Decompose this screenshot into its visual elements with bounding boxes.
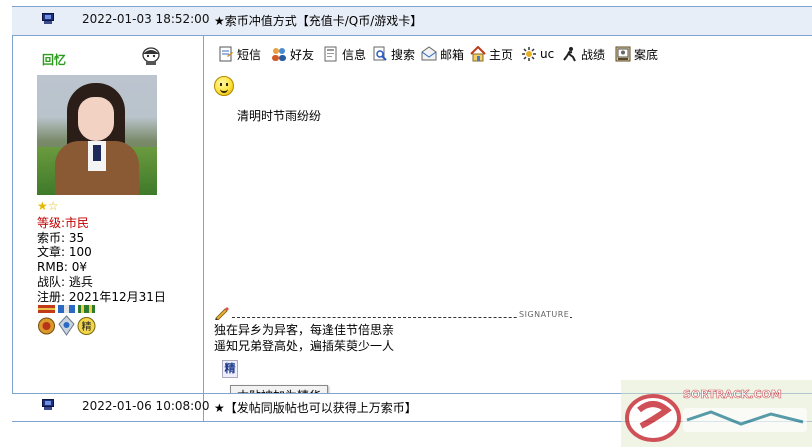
toolbar-item-record[interactable]: 战绩: [562, 44, 605, 64]
note-icon: [219, 46, 233, 62]
user-stat-team: 战队: 逃兵: [37, 274, 93, 289]
site-watermark-logo: SORTRACK.COM: [621, 380, 812, 447]
pencil-icon: [215, 307, 229, 320]
avatar[interactable]: [37, 75, 157, 195]
home-icon: [470, 46, 486, 62]
star-empty-icon: ☆: [47, 199, 59, 213]
medal-icon: [38, 305, 55, 335]
toolbar-item-uc[interactable]: uc: [521, 44, 554, 64]
user-stats: 等级:市民 索币: 35 文章: 100 RMB: 0¥ 战队: 逃兵 注册: …: [37, 216, 166, 304]
username[interactable]: 回忆: [42, 51, 66, 68]
user-stat-rmb: RMB: 0¥: [37, 260, 88, 275]
user-stat-posts: 文章: 100: [37, 245, 92, 260]
signature-line: 独在异乡为异客，每逢佳节倍思亲: [214, 323, 395, 337]
toolbar-item-file[interactable]: 案底: [615, 44, 658, 64]
uc-icon: [522, 47, 536, 61]
toolbar-item-info[interactable]: 信息: [323, 44, 366, 64]
medal-icon: [58, 305, 75, 336]
frame-col-sep: [203, 6, 204, 421]
signature-text: 独在异乡为异客，每逢佳节倍思亲 遥知兄弟登高处，遍插茱萸少一人: [214, 322, 394, 354]
user-stat-registered: 注册: 2021年12月31日: [37, 289, 166, 304]
toolbar-item-search[interactable]: 搜索: [372, 44, 415, 64]
search-icon: [373, 46, 387, 61]
medal-row: 精: [37, 305, 101, 339]
post-title[interactable]: ★索币冲值方式【充值卡/Q币/游戏卡】: [214, 12, 422, 29]
file-icon: [615, 46, 631, 62]
friends-icon: [272, 48, 286, 61]
smiley-face-icon: [214, 76, 234, 96]
computer-icon: [42, 13, 54, 24]
svg-text:SORTRACK.COM: SORTRACK.COM: [683, 388, 782, 401]
mail-icon: [421, 46, 437, 61]
user-stat-coins: 索币: 35: [37, 230, 85, 245]
svg-text:精: 精: [82, 320, 92, 333]
toolbar-item-message[interactable]: 短信: [218, 44, 261, 64]
toolbar-item-home[interactable]: 主页: [470, 44, 513, 64]
frame-left: [12, 6, 13, 421]
star-filled-icon: ★: [37, 199, 48, 213]
post-date: 2022-01-06 10:08:00: [82, 399, 210, 413]
user-level: 等级:市民: [37, 216, 90, 230]
user-status-icon: [142, 47, 160, 65]
post-title[interactable]: ★【发帖同版帖也可以获得上万索币】: [214, 399, 417, 416]
toolbar-item-friends[interactable]: 好友: [271, 44, 314, 64]
record-icon: [563, 47, 576, 62]
signature-line: 遥知兄弟登高处，遍插茱萸少一人: [214, 339, 395, 353]
post-content: 清明时节雨纷纷: [237, 109, 322, 123]
signature-label: SIGNATURE: [518, 310, 571, 319]
elite-medal-icon: 精: [77, 305, 96, 335]
toolbar-item-mail[interactable]: 邮箱: [421, 44, 464, 64]
row-divider: [12, 35, 812, 36]
info-icon: [324, 46, 337, 62]
rank-stars: ★☆: [37, 199, 59, 213]
computer-icon: [42, 399, 54, 410]
post-date: 2022-01-03 18:52:00: [82, 12, 210, 26]
elite-badge-icon[interactable]: 精: [222, 360, 238, 378]
